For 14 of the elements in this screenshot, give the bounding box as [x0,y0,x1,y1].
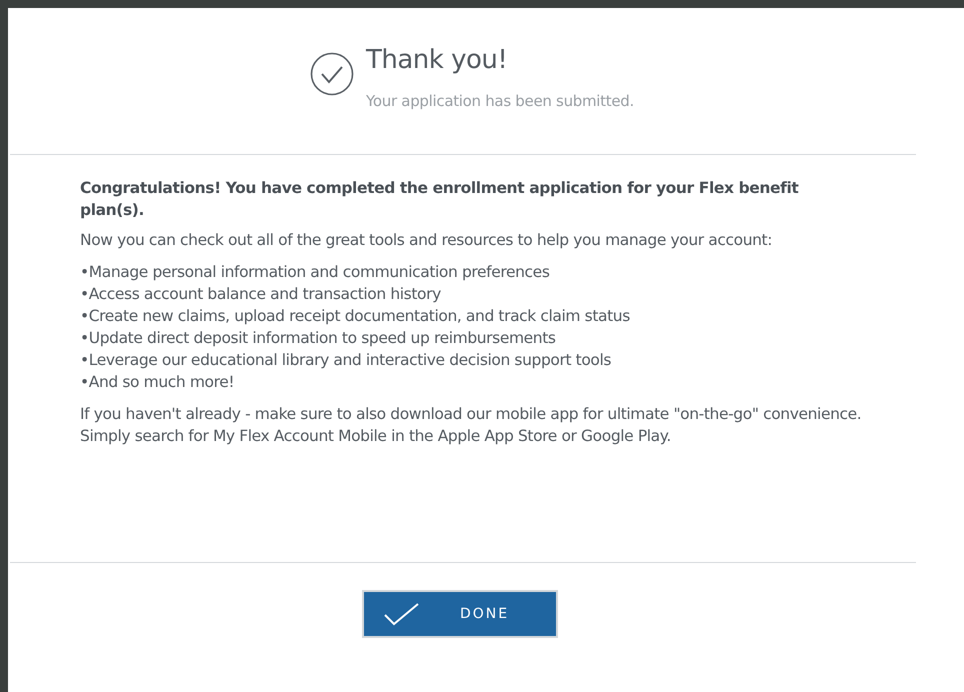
heading: Congratulations! You have completed the enrollment application for your Flex benefit plan(s). [80,178,800,221]
done-button[interactable]: DONE [362,590,558,638]
intro-text: Now you can check out all of the great tools and resources to help you manage your account: [80,230,774,251]
bullet-item: •Create new claims, upload receipt documentation, and track claim status [80,306,631,327]
bullet-item: •Manage personal information and communication preferences [80,262,550,283]
closing-text: If you haven't already - make sure to also download our mobile app for ultimate "on-the-go" convenience. Simply search for My Flex Account Mobile in the Apple App Store or Google Play. [80,404,862,447]
bullet-item: •And so much more! [80,372,236,393]
subtitle: Your application has been submitted. [366,91,634,112]
title: Thank you! [366,44,508,77]
bullet-item: •Access account balance and transaction history [80,284,442,305]
bullet-item: •Update direct deposit information to speed up reimbursements [80,328,557,349]
check-circle-icon [310,52,354,96]
bullet-item: •Leverage our educational library and interactive decision support tools [80,350,612,371]
check-icon [384,602,420,626]
